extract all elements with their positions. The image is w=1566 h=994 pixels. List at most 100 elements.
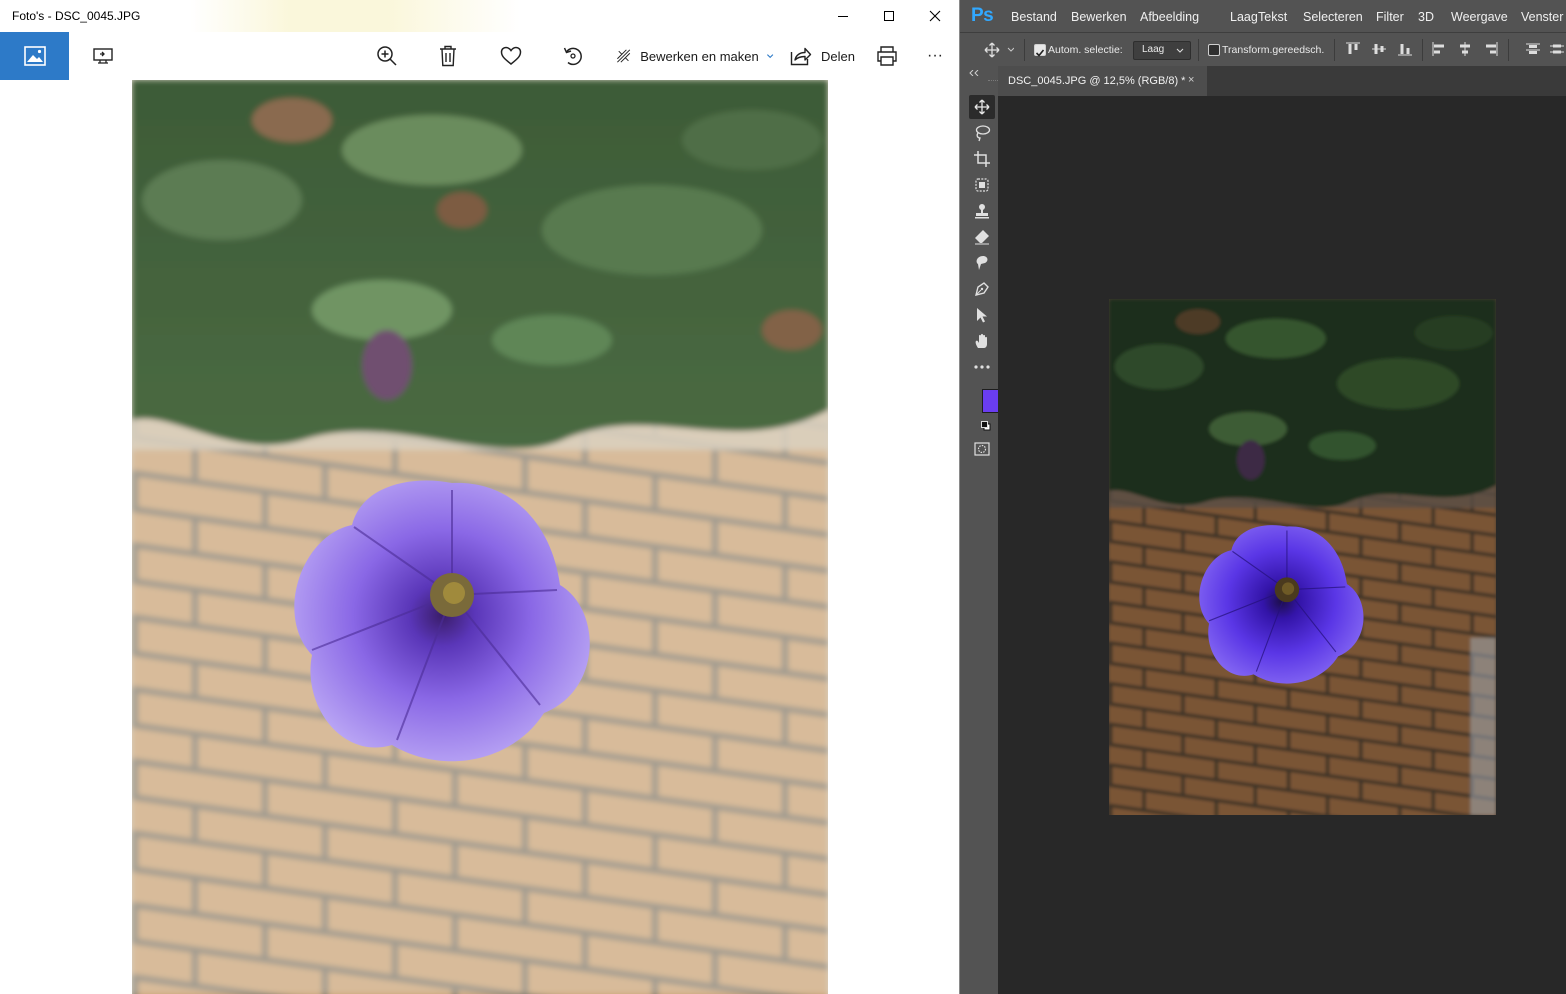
- ps-logo: Ps: [971, 5, 994, 26]
- blur-tool[interactable]: [969, 251, 995, 275]
- maximize-icon: [884, 11, 894, 21]
- ps-tools-panel: [960, 66, 1024, 994]
- share-icon: [790, 47, 812, 66]
- quick-mask-icon: [974, 442, 990, 456]
- edit-create-label: Bewerken en maken: [640, 48, 759, 64]
- smudge-icon: [976, 256, 988, 270]
- healing-brush-icon: [975, 178, 989, 192]
- distribute-top-icon[interactable]: [1526, 42, 1540, 56]
- menu-tekst[interactable]: Tekst: [1258, 10, 1287, 24]
- options-separator: [1024, 39, 1025, 61]
- transform-controls-label: Transform.gereedsch.: [1222, 44, 1325, 56]
- patch-tool[interactable]: [969, 173, 995, 197]
- align-vertical-center-icon[interactable]: [1372, 42, 1386, 56]
- move-icon: [984, 42, 1015, 58]
- eraser-icon: [975, 230, 989, 245]
- slideshow-icon: [93, 48, 113, 64]
- heart-icon: [500, 46, 522, 65]
- align-left-icon[interactable]: [1432, 42, 1446, 56]
- menu-weergave[interactable]: Weergave: [1451, 10, 1508, 24]
- maximize-button[interactable]: [866, 0, 912, 32]
- more-button[interactable]: ···: [920, 32, 950, 80]
- slideshow-button[interactable]: [85, 32, 121, 80]
- hand-icon: [975, 333, 987, 348]
- petunia-photo: [132, 80, 828, 994]
- zoom-button[interactable]: [374, 32, 400, 80]
- menu-bewerken[interactable]: Bewerken: [1071, 10, 1127, 24]
- stamp-icon: [975, 204, 989, 219]
- distribute-center-icon[interactable]: [1550, 42, 1564, 56]
- options-separator: [1508, 39, 1509, 61]
- window-title: Foto's - DSC_0045.JPG: [12, 9, 141, 23]
- move-tool-preset[interactable]: [984, 42, 1015, 63]
- auto-select-target-value: Laag: [1142, 44, 1165, 55]
- auto-select-label: Autom. selectie:: [1048, 44, 1123, 56]
- edit-create-button[interactable]: Bewerken en maken: [616, 32, 774, 80]
- gallery-icon: [23, 46, 46, 66]
- photos-titlebar[interactable]: Foto's - DSC_0045.JPG: [0, 0, 959, 32]
- minimize-button[interactable]: [820, 0, 866, 32]
- favorite-button[interactable]: [498, 32, 524, 80]
- document-tab[interactable]: DSC_0045.JPG @ 12,5% (RGB/8) * ×: [998, 66, 1207, 96]
- close-tab-button[interactable]: ×: [1188, 74, 1194, 86]
- menu-laag[interactable]: Laag: [1230, 10, 1258, 24]
- menu-venster[interactable]: Venster: [1521, 10, 1563, 24]
- lasso-tool[interactable]: [969, 121, 995, 145]
- chevron-down-icon: [766, 54, 774, 59]
- zoom-in-icon: [377, 46, 397, 66]
- print-icon: [877, 46, 897, 66]
- move-tool[interactable]: [969, 95, 995, 119]
- chevron-down-icon: [1176, 48, 1184, 53]
- quick-mask-button[interactable]: [969, 437, 995, 461]
- auto-select-checkbox[interactable]: [1034, 44, 1046, 57]
- menu-selecteren[interactable]: Selecteren: [1303, 10, 1363, 24]
- document-tab-bar: DSC_0045.JPG @ 12,5% (RGB/8) * ×: [998, 66, 1566, 96]
- menu-bestand[interactable]: Bestand: [1011, 10, 1057, 24]
- transform-controls-checkbox[interactable]: [1208, 44, 1220, 56]
- options-separator: [1422, 39, 1423, 61]
- eraser-tool[interactable]: [969, 225, 995, 249]
- crop-icon: [974, 151, 990, 167]
- hand-tool[interactable]: [969, 329, 995, 353]
- see-all-photos-button[interactable]: [0, 32, 69, 80]
- pen-tool[interactable]: [969, 277, 995, 301]
- ps-document-canvas[interactable]: [1109, 299, 1496, 815]
- menu-3d[interactable]: 3D: [1418, 10, 1434, 24]
- move-icon: [974, 99, 990, 115]
- menu-filter[interactable]: Filter: [1376, 10, 1404, 24]
- share-button[interactable]: Delen: [790, 32, 856, 80]
- more-tools-icon: [974, 365, 990, 369]
- align-top-icon[interactable]: [1346, 42, 1360, 56]
- clone-stamp-tool[interactable]: [969, 199, 995, 223]
- align-right-icon[interactable]: [1484, 42, 1498, 56]
- rotate-icon: [563, 47, 582, 66]
- menu-afbeelding[interactable]: Afbeelding: [1140, 10, 1199, 24]
- close-button[interactable]: [912, 0, 958, 32]
- options-separator: [1334, 39, 1335, 61]
- crop-tool[interactable]: [969, 147, 995, 171]
- arrow-cursor-icon: [977, 308, 987, 323]
- pen-icon: [975, 282, 989, 296]
- share-label: Delen: [821, 48, 855, 64]
- align-horizontal-center-icon[interactable]: [1458, 42, 1472, 56]
- edit-toolbar-button[interactable]: [969, 355, 995, 379]
- path-selection-tool[interactable]: [969, 303, 995, 327]
- delete-button[interactable]: [436, 32, 460, 80]
- photos-window: Foto's - DSC_0045.JPG Bewerken en maken …: [0, 0, 960, 994]
- options-separator: [1198, 39, 1199, 61]
- default-colors-icon[interactable]: [981, 421, 991, 431]
- auto-select-target-dropdown[interactable]: Laag: [1133, 41, 1191, 60]
- print-button[interactable]: [874, 32, 900, 80]
- photos-toolbar: Bewerken en maken Delen ···: [0, 32, 959, 80]
- document-tab-title: DSC_0045.JPG @ 12,5% (RGB/8) *: [1008, 75, 1186, 87]
- close-icon: [929, 10, 941, 22]
- petunia-photo-dark: [1109, 299, 1496, 815]
- photo-viewer-image[interactable]: [132, 80, 828, 994]
- checkmark-icon: [1035, 49, 1045, 57]
- photoshop-window: Ps Bestand Bewerken Afbeelding Laag Teks…: [960, 0, 1566, 994]
- ps-menubar: Ps Bestand Bewerken Afbeelding Laag Teks…: [960, 0, 1566, 32]
- trash-icon: [440, 45, 456, 67]
- align-bottom-icon[interactable]: [1398, 42, 1412, 56]
- collapse-panel-icon[interactable]: [969, 70, 979, 76]
- rotate-button[interactable]: [560, 32, 586, 80]
